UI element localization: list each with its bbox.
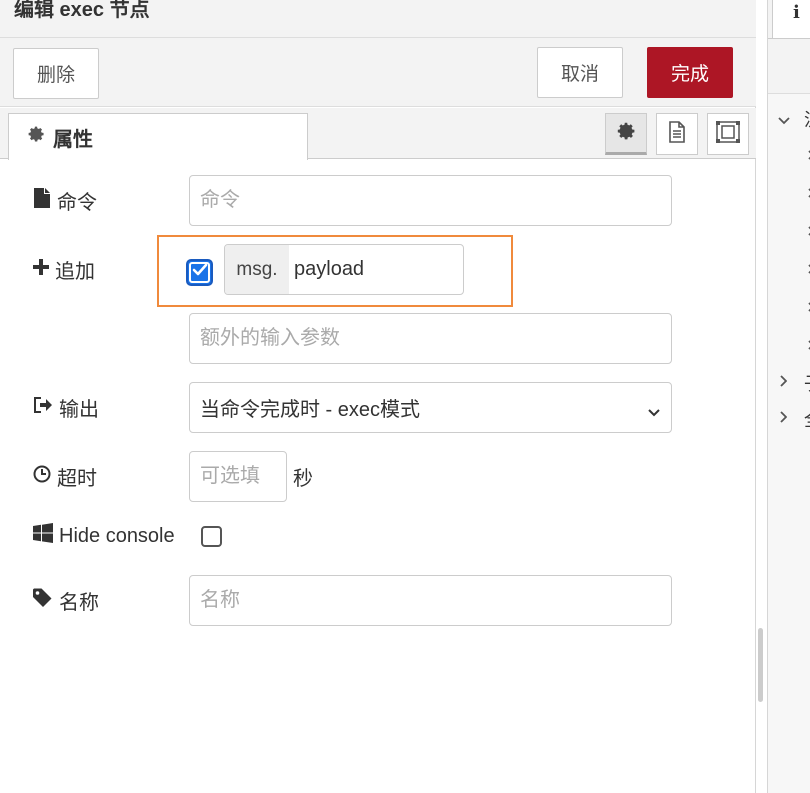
checkmark-icon (192, 263, 208, 282)
tree-item-subflows[interactable]: 子 (768, 366, 810, 400)
hide-console-label: Hide console (33, 523, 175, 549)
hide-console-label-text: Hide console (59, 524, 175, 547)
sidebar-tabs: i (768, 0, 810, 38)
tabs-bar: 属性 (0, 108, 756, 160)
right-sidebar: i 流 子 (767, 0, 810, 793)
timeout-input[interactable] (189, 451, 287, 502)
file-icon (33, 187, 51, 214)
timeout-label: 超时 (33, 462, 97, 491)
settings-tab-button[interactable] (605, 113, 647, 155)
sidebar-toolbar (768, 38, 810, 94)
tray-header: 编辑 exec 节点 (0, 0, 756, 38)
windows-icon (33, 523, 53, 549)
chevron-down-icon (647, 401, 661, 424)
append-typed-input[interactable]: msg. payload (224, 244, 464, 295)
tree-item-global[interactable]: 全 (768, 402, 810, 436)
scrollbar[interactable] (758, 628, 763, 702)
plus-icon (33, 258, 49, 281)
delete-button[interactable]: 删除 (13, 48, 99, 99)
tree-subitem[interactable] (768, 212, 810, 246)
edit-tray: 编辑 exec 节点 删除 取消 完成 属性 命令 命令 追加 msg. pay… (0, 0, 756, 793)
gear-icon (616, 121, 636, 146)
tree-item-flows[interactable]: 流 (768, 102, 810, 136)
hide-console-checkbox[interactable] (201, 526, 222, 547)
appearance-tab-button[interactable] (707, 113, 749, 155)
chevron-right-icon (779, 372, 788, 393)
tree-subitem[interactable] (768, 326, 810, 360)
chevron-right-icon (779, 408, 788, 429)
append-value[interactable]: payload (294, 245, 364, 294)
tree-subitem[interactable] (768, 136, 810, 170)
done-button[interactable]: 完成 (647, 47, 733, 98)
output-label: 输出 (33, 393, 99, 422)
description-tab-button[interactable] (656, 113, 698, 155)
command-label-text: 命令 (57, 192, 97, 214)
tree-item-label: 全 (804, 406, 810, 432)
tree-subitem[interactable] (768, 250, 810, 284)
gear-icon (27, 125, 45, 149)
clock-icon (33, 465, 51, 489)
tree-item-label: 子 (804, 370, 810, 396)
chevron-down-icon (777, 110, 791, 131)
extra-args-input[interactable] (189, 313, 672, 364)
timeout-label-text: 超时 (57, 468, 97, 490)
append-label: 追加 (33, 255, 95, 284)
type-prefix[interactable]: msg. (225, 245, 289, 294)
name-input[interactable] (189, 575, 672, 626)
command-input[interactable] (189, 175, 672, 226)
timeout-unit: 秒 (293, 468, 313, 490)
command-label: 命令 (33, 186, 97, 215)
document-icon (668, 120, 686, 148)
tray-title: 编辑 exec 节点 (14, 0, 150, 21)
tree-subitem[interactable] (768, 288, 810, 322)
cancel-button[interactable]: 取消 (537, 47, 623, 98)
name-label-text: 名称 (59, 592, 99, 614)
tree-subitem[interactable] (768, 174, 810, 208)
tray-toolbar: 删除 取消 完成 (0, 38, 756, 107)
append-label-text: 追加 (55, 261, 95, 283)
tag-icon (33, 588, 53, 614)
frame-icon (716, 120, 740, 148)
tree-item-label: 流 (804, 106, 810, 132)
name-label: 名称 (33, 586, 99, 615)
tab-properties-label: 属性 (53, 128, 93, 151)
sign-out-icon (33, 396, 53, 420)
append-checkbox[interactable] (186, 259, 213, 286)
info-tab[interactable]: i (772, 0, 810, 38)
tab-properties[interactable]: 属性 (8, 113, 308, 160)
output-label-text: 输出 (59, 399, 99, 421)
output-select-value: 当命令完成时 - exec模式 (200, 399, 421, 421)
output-select[interactable]: 当命令完成时 - exec模式 (189, 382, 672, 433)
